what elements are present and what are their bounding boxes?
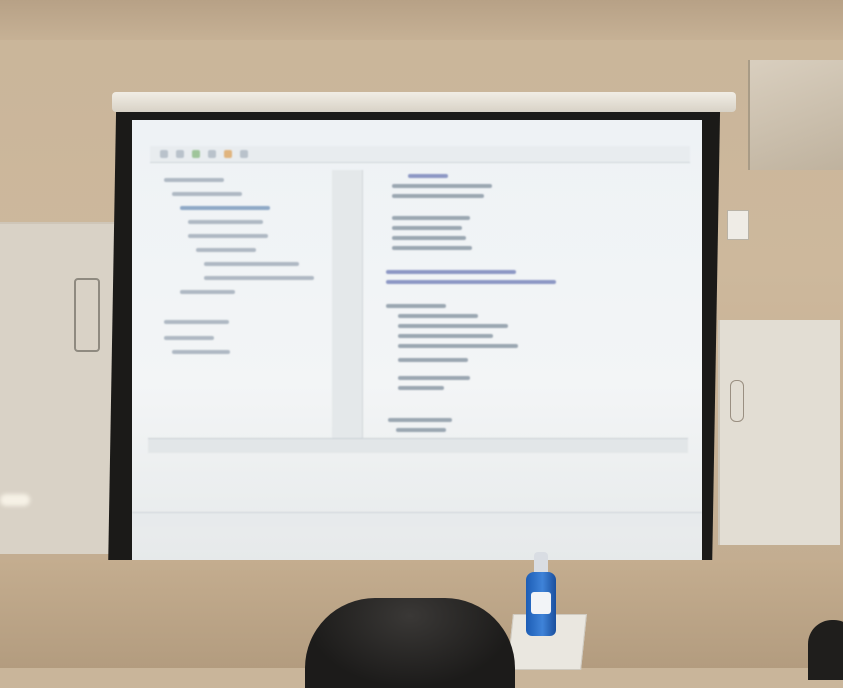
code-line <box>386 304 446 308</box>
chair-back <box>305 598 515 688</box>
tree-item <box>180 206 270 210</box>
tree-item <box>196 248 256 252</box>
tree-item <box>164 336 214 340</box>
tree-item <box>180 290 235 294</box>
code-line <box>392 216 470 220</box>
debug-icon <box>224 150 232 158</box>
code-line <box>388 418 452 422</box>
tree-item <box>204 276 314 280</box>
wall-switch <box>727 210 749 240</box>
poster-mark <box>730 380 744 422</box>
tree-item <box>172 350 230 354</box>
ceiling <box>0 0 843 40</box>
tree-item <box>172 192 242 196</box>
projected-ide <box>132 120 702 562</box>
tree-item <box>204 262 299 266</box>
tree-item <box>164 178 224 182</box>
code-line <box>398 344 518 348</box>
toolbar-icon <box>160 150 168 158</box>
wall-cabinet <box>748 60 843 170</box>
code-line <box>398 324 508 328</box>
tree-item <box>188 234 268 238</box>
light-glare <box>0 494 30 506</box>
code-line <box>392 246 472 250</box>
code-line <box>398 314 478 318</box>
line-gutter <box>332 170 363 440</box>
chair-back-right <box>808 620 843 680</box>
right-poster-board <box>718 320 840 545</box>
code-line <box>392 194 484 198</box>
tree-item <box>164 320 229 324</box>
door-handle <box>74 278 100 352</box>
status-bar <box>132 512 702 527</box>
left-whiteboard <box>0 222 115 554</box>
projection-screen <box>132 120 702 562</box>
code-line <box>392 226 462 230</box>
code-editor <box>372 170 692 440</box>
toolbar-icon <box>240 150 248 158</box>
bottle-label <box>531 592 551 614</box>
run-icon <box>192 150 200 158</box>
code-line <box>392 184 492 188</box>
code-line <box>398 376 470 380</box>
toolbar-icon <box>208 150 216 158</box>
code-line <box>392 236 466 240</box>
console-tab-bar <box>148 438 688 453</box>
project-tree <box>154 170 340 440</box>
toolbar-icon <box>176 150 184 158</box>
screen-housing <box>112 92 736 112</box>
code-line <box>408 174 448 178</box>
tree-item <box>188 220 263 224</box>
code-line <box>386 280 556 284</box>
code-line <box>386 270 516 274</box>
code-line <box>398 386 444 390</box>
code-line <box>398 358 468 362</box>
code-line <box>398 334 493 338</box>
ide-toolbar <box>150 146 690 163</box>
code-line <box>396 428 446 432</box>
